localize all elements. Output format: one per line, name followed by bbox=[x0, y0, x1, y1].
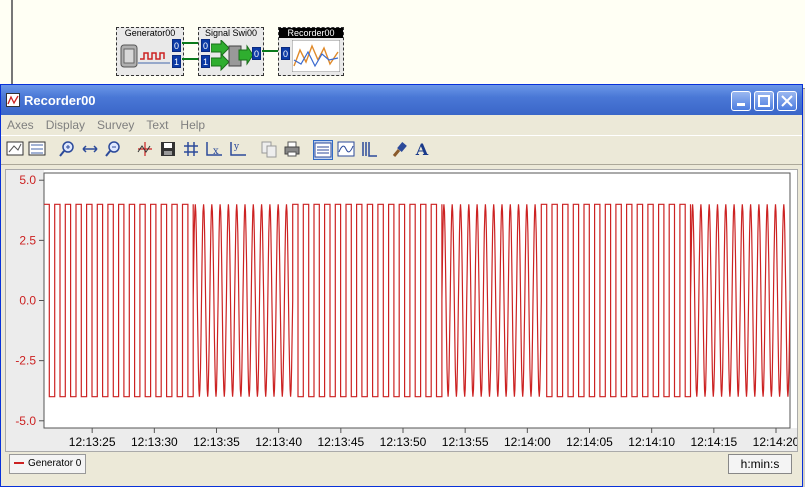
y-tick-label: -5.0 bbox=[15, 414, 36, 428]
cursor-button[interactable] bbox=[135, 140, 155, 160]
x-tick-label: 12:14:00 bbox=[504, 435, 551, 449]
minimize-icon bbox=[737, 103, 745, 106]
menu-bar: Axes Display Survey Text Help bbox=[1, 115, 802, 135]
recorder-app-icon bbox=[6, 93, 20, 107]
y-axis-panel bbox=[6, 170, 44, 451]
grid-icon bbox=[184, 142, 198, 156]
zoom-in-button[interactable] bbox=[57, 140, 77, 160]
menu-survey[interactable]: Survey bbox=[91, 115, 140, 135]
scope-mode-icon bbox=[337, 141, 355, 157]
wire-1 bbox=[182, 58, 198, 60]
scope-mode-button[interactable] bbox=[336, 140, 356, 160]
x-tick-label: 12:14:05 bbox=[566, 435, 613, 449]
x-units-label: h:min:s bbox=[728, 454, 792, 474]
save-button[interactable] bbox=[158, 140, 178, 160]
legend-label: Generator 0 bbox=[28, 458, 82, 469]
x-tick-label: 12:13:45 bbox=[317, 435, 364, 449]
status-bar: Generator 0 h:min:s bbox=[5, 452, 798, 478]
x-tick-label: 12:14:15 bbox=[690, 435, 737, 449]
zoom-in-icon bbox=[59, 141, 74, 157]
switch-icon bbox=[211, 40, 253, 72]
x-tick-label: 12:13:40 bbox=[255, 435, 302, 449]
minimize-button[interactable] bbox=[731, 91, 751, 111]
grid-button[interactable] bbox=[181, 140, 201, 160]
recorder-block-title: Recorder00 bbox=[279, 28, 343, 38]
menu-text[interactable]: Text bbox=[140, 115, 174, 135]
generator-block[interactable]: Generator00 0 1 bbox=[116, 27, 184, 76]
y-tick-label: 2.5 bbox=[19, 233, 36, 247]
diagram-canvas[interactable]: Generator00 0 1 Signal Swi00 0 1 0 Recor… bbox=[0, 0, 805, 89]
x-scale-icon bbox=[6, 141, 24, 156]
window-title: Recorder00 bbox=[24, 93, 96, 108]
x-tick-label: 12:14:10 bbox=[628, 435, 675, 449]
x-tick-label: 12:13:55 bbox=[442, 435, 489, 449]
legend-item[interactable]: Generator 0 bbox=[9, 454, 87, 474]
y-tick-label: -2.5 bbox=[15, 354, 36, 368]
strip-mode-icon bbox=[314, 142, 332, 158]
copy-icon bbox=[261, 141, 277, 158]
y-scale-button[interactable] bbox=[27, 140, 47, 160]
zoom-out-icon bbox=[105, 141, 120, 157]
wire-0 bbox=[182, 42, 198, 44]
font-button[interactable]: A bbox=[412, 140, 432, 160]
y-scale-icon bbox=[28, 141, 46, 156]
canvas-border-line bbox=[11, 0, 13, 88]
window-titlebar[interactable]: Recorder00 bbox=[1, 85, 802, 115]
copy-button[interactable] bbox=[259, 140, 279, 160]
maximize-icon bbox=[758, 95, 770, 107]
font-icon: A bbox=[415, 140, 429, 159]
zoom-out-button[interactable] bbox=[103, 140, 123, 160]
recorder-window[interactable]: Recorder00 Axes Display Survey Text Help x y… bbox=[0, 84, 803, 487]
switch-out-port-0[interactable]: 0 bbox=[252, 47, 261, 60]
legend-swatch bbox=[14, 462, 24, 465]
color-brush-icon bbox=[392, 142, 407, 157]
svg-text:x: x bbox=[213, 146, 219, 157]
x-tick-label: 12:13:35 bbox=[193, 435, 240, 449]
close-icon bbox=[781, 95, 793, 107]
color-brush-button[interactable] bbox=[389, 140, 409, 160]
recorder-in-port-0[interactable]: 0 bbox=[281, 47, 290, 60]
x-axis-icon: x bbox=[206, 142, 222, 157]
menu-display[interactable]: Display bbox=[40, 115, 91, 135]
chart-svg[interactable]: 5.0 2.5 0.0 -2.5 -5.0 12:13:25 12:13:30 12:13:3… bbox=[6, 170, 800, 451]
x-tick-label: 12:13:50 bbox=[380, 435, 427, 449]
bars-button[interactable] bbox=[359, 140, 379, 160]
print-icon bbox=[284, 141, 300, 157]
y-tick-label: 5.0 bbox=[19, 173, 36, 187]
x-axis-button[interactable]: x bbox=[204, 140, 224, 160]
signal-switch-block-title: Signal Swi00 bbox=[204, 28, 258, 38]
y-axis-button[interactable]: y bbox=[228, 140, 248, 160]
generator-port-0[interactable]: 0 bbox=[172, 39, 181, 52]
generator-block-title: Generator00 bbox=[124, 28, 176, 38]
bars-icon bbox=[362, 142, 377, 157]
menu-help[interactable]: Help bbox=[174, 115, 211, 135]
print-button[interactable] bbox=[282, 140, 302, 160]
generator-icon bbox=[120, 44, 170, 68]
x-tick-label: 12:13:25 bbox=[69, 435, 116, 449]
x-tick-label: 12:14:20 bbox=[753, 435, 797, 449]
y-tick-label: 0.0 bbox=[19, 294, 36, 308]
signal-switch-block[interactable]: Signal Swi00 0 1 0 bbox=[198, 27, 264, 76]
x-tick-label: 12:13:30 bbox=[131, 435, 178, 449]
toolbar: x y A bbox=[1, 135, 802, 165]
switch-in-port-0[interactable]: 0 bbox=[201, 39, 210, 52]
recorder-icon bbox=[292, 40, 340, 72]
strip-mode-button[interactable] bbox=[313, 140, 333, 160]
maximize-button[interactable] bbox=[754, 91, 774, 111]
recorder-block[interactable]: Recorder00 0 bbox=[278, 27, 344, 76]
cursor-icon bbox=[137, 142, 152, 156]
pan-icon bbox=[82, 145, 98, 153]
close-button[interactable] bbox=[777, 91, 797, 111]
menu-axes[interactable]: Axes bbox=[1, 115, 40, 135]
save-icon bbox=[161, 142, 175, 156]
pan-button[interactable] bbox=[80, 140, 100, 160]
generator-port-1[interactable]: 1 bbox=[172, 55, 181, 68]
wire-2 bbox=[262, 50, 278, 52]
switch-in-port-1[interactable]: 1 bbox=[201, 55, 210, 68]
svg-text:y: y bbox=[233, 142, 240, 152]
x-scale-button[interactable] bbox=[5, 140, 25, 160]
plot-frame[interactable]: 5.0 2.5 0.0 -2.5 -5.0 12:13:25 12:13:30 12:13:3… bbox=[5, 169, 800, 452]
y-axis-icon: y bbox=[230, 142, 246, 156]
